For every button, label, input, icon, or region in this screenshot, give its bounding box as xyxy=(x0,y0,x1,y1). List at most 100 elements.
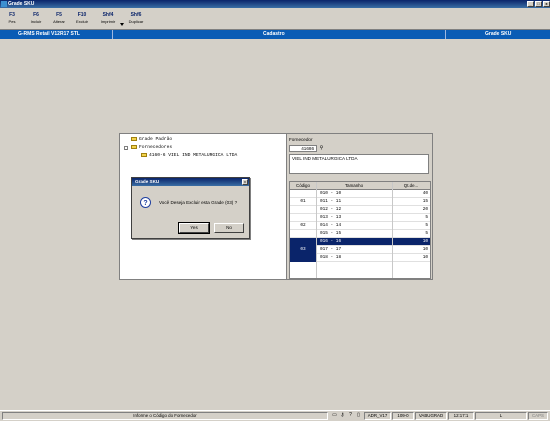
minimize-button[interactable]: _ xyxy=(527,1,534,7)
table-row[interactable]: 018 - 18 10 xyxy=(290,254,430,262)
table-row[interactable]: 013 - 13 5 xyxy=(290,214,430,222)
table-row[interactable]: 010 - 10 40 xyxy=(290,190,430,198)
table-row[interactable]: 01 011 - 11 15 xyxy=(290,198,430,206)
toolbar-label: Excluir xyxy=(75,19,88,24)
tree-item-fornecedores[interactable]: Fornecedores xyxy=(131,145,172,151)
table-row[interactable]: 012 - 12 20 xyxy=(290,206,430,214)
close-button[interactable]: x xyxy=(543,1,550,7)
status-user: ADR_V17 xyxy=(364,412,391,420)
toolbar-label: Duplicar xyxy=(128,19,144,24)
collapse-icon[interactable]: - xyxy=(124,146,128,151)
dialog-close-icon[interactable]: x xyxy=(242,179,248,185)
cell-codigo: 01 xyxy=(300,199,306,204)
cell-tamanho: 015 - 15 xyxy=(320,231,342,236)
toolbar-key: F10 xyxy=(77,12,87,18)
tree-item-grade-padrao[interactable]: Grade Padrão xyxy=(131,137,172,143)
folder-icon xyxy=(131,137,137,141)
col-header-codigo[interactable]: Código xyxy=(290,182,316,189)
cell-qtde: 5 xyxy=(425,231,428,236)
toolbar-key: Shf4 xyxy=(102,12,114,18)
folder-icon xyxy=(131,145,137,149)
toolbar-key: Shf6 xyxy=(130,12,142,18)
status-time: 12:17:1 xyxy=(448,412,474,420)
app-version: G-RMS Retail V12R17 STL xyxy=(18,31,80,37)
table-header: Código Tamanho Qt.de... xyxy=(290,182,430,190)
table-row[interactable]: 02 014 - 14 5 xyxy=(290,222,430,230)
col-divider xyxy=(392,182,393,278)
screen-name: Grade SKU xyxy=(485,31,512,37)
folder-icon[interactable]: ▭ xyxy=(331,412,338,419)
cell-codigo: 03 xyxy=(290,246,316,254)
cell-codigo xyxy=(290,238,316,246)
cell-qtde: 10 xyxy=(422,239,428,244)
tree-item-label: Grade Padrão xyxy=(139,137,173,143)
key-icon[interactable]: ⚷ xyxy=(339,412,346,419)
grade-table[interactable]: Código Tamanho Qt.de... 010 - 10 40 01 011 … xyxy=(289,181,431,279)
cell-qtde: 15 xyxy=(422,199,428,204)
duplicate-button[interactable]: Shf6 Duplicar xyxy=(125,11,147,27)
question-icon: ? xyxy=(140,197,151,208)
divider xyxy=(445,30,446,39)
module-header: G-RMS Retail V12R17 STL Cadastro Grade S… xyxy=(0,30,550,39)
status-branch: 109-0 xyxy=(392,412,414,420)
maximize-button[interactable]: □ xyxy=(535,1,542,7)
toolbar-key: F6 xyxy=(33,12,39,18)
status-caps: CAPS xyxy=(528,412,548,420)
toolbar-label: Incluir xyxy=(30,19,42,24)
status-bar: Informe o Código do Fornecedor ▭ ⚷ ? ▯ A… xyxy=(0,410,550,421)
document-icon[interactable]: ▯ xyxy=(355,412,362,419)
cell-tamanho: 011 - 11 xyxy=(320,199,342,204)
print-dropdown-icon[interactable] xyxy=(120,23,124,26)
cell-tamanho: 016 - 16 xyxy=(320,239,342,244)
yes-button[interactable]: Yes xyxy=(178,222,210,234)
toolbar: F3 Pes F6 Incluir F5 Alterar F10 Excluir… xyxy=(0,8,550,30)
delete-button[interactable]: F10 Excluir xyxy=(73,11,91,27)
cell-tamanho: 017 - 17 xyxy=(320,247,342,252)
cell-qtde: 5 xyxy=(425,215,428,220)
confirm-delete-dialog: Grade SKU x ? Você Deseja Excluir esta G… xyxy=(131,177,250,239)
toolbar-label: Imprimir xyxy=(100,19,116,24)
binoculars-search-icon[interactable]: ⚲ xyxy=(318,145,325,151)
window-titlebar: Grade SKU _ □ x xyxy=(0,0,550,8)
search-button[interactable]: F3 Pes xyxy=(3,11,21,27)
status-program: VABUGRAD xyxy=(415,412,447,420)
divider xyxy=(112,30,113,39)
cell-tamanho: 018 - 18 xyxy=(320,255,342,260)
cell-tamanho: 010 - 10 xyxy=(320,191,342,196)
col-header-qtde[interactable]: Qt.de... xyxy=(392,182,430,189)
toolbar-label: Pes xyxy=(8,19,16,24)
table-row[interactable]: 016 - 16 10 xyxy=(290,238,430,246)
toolbar-label: Alterar xyxy=(53,19,65,24)
col-divider xyxy=(316,182,317,278)
cell-qtde: 40 xyxy=(422,191,428,196)
tree-item-supplier[interactable]: 4160-6 VIEL IND METALURGICA LTDA xyxy=(141,153,237,159)
app-icon xyxy=(1,1,7,7)
cell-tamanho: 012 - 12 xyxy=(320,207,342,212)
cell-qtde: 20 xyxy=(422,207,428,212)
dialog-title: Grade SKU xyxy=(132,178,249,186)
folder-icon xyxy=(141,153,147,157)
table-row[interactable]: 015 - 15 5 xyxy=(290,230,430,238)
edit-button[interactable]: F5 Alterar xyxy=(50,11,68,27)
cell-qtde: 10 xyxy=(422,247,428,252)
no-button[interactable]: No xyxy=(214,223,244,233)
print-button[interactable]: Shf4 Imprimir xyxy=(97,11,119,27)
tree-item-label: 4160-6 VIEL IND METALURGICA LTDA xyxy=(149,153,238,159)
help-icon[interactable]: ? xyxy=(347,412,354,419)
col-header-tamanho[interactable]: Tamanho xyxy=(316,182,392,189)
module-name: Cadastro xyxy=(263,31,285,37)
cell-codigo xyxy=(290,254,316,262)
toolbar-key: F5 xyxy=(56,12,62,18)
tree-item-label: Fornecedores xyxy=(139,145,173,151)
fornecedor-label: Fornecedor xyxy=(289,137,313,142)
status-hint: Informe o Código do Fornecedor xyxy=(2,412,328,420)
toolbar-key: F3 xyxy=(9,12,15,18)
fornecedor-name-field: VIEL IND METALURGICA LTDA xyxy=(289,154,429,174)
insert-button[interactable]: F6 Incluir xyxy=(27,11,45,27)
grade-detail-panel: Fornecedor 41686 ⚲ VIEL IND METALURGICA … xyxy=(286,133,433,280)
dialog-message: Você Deseja Excluir esta Grade (03) ? xyxy=(159,200,238,205)
fornecedor-code-field[interactable]: 41686 xyxy=(289,145,317,152)
cell-tamanho: 013 - 13 xyxy=(320,215,342,220)
table-row[interactable]: 03 017 - 17 10 xyxy=(290,246,430,254)
cell-codigo: 02 xyxy=(300,223,306,228)
